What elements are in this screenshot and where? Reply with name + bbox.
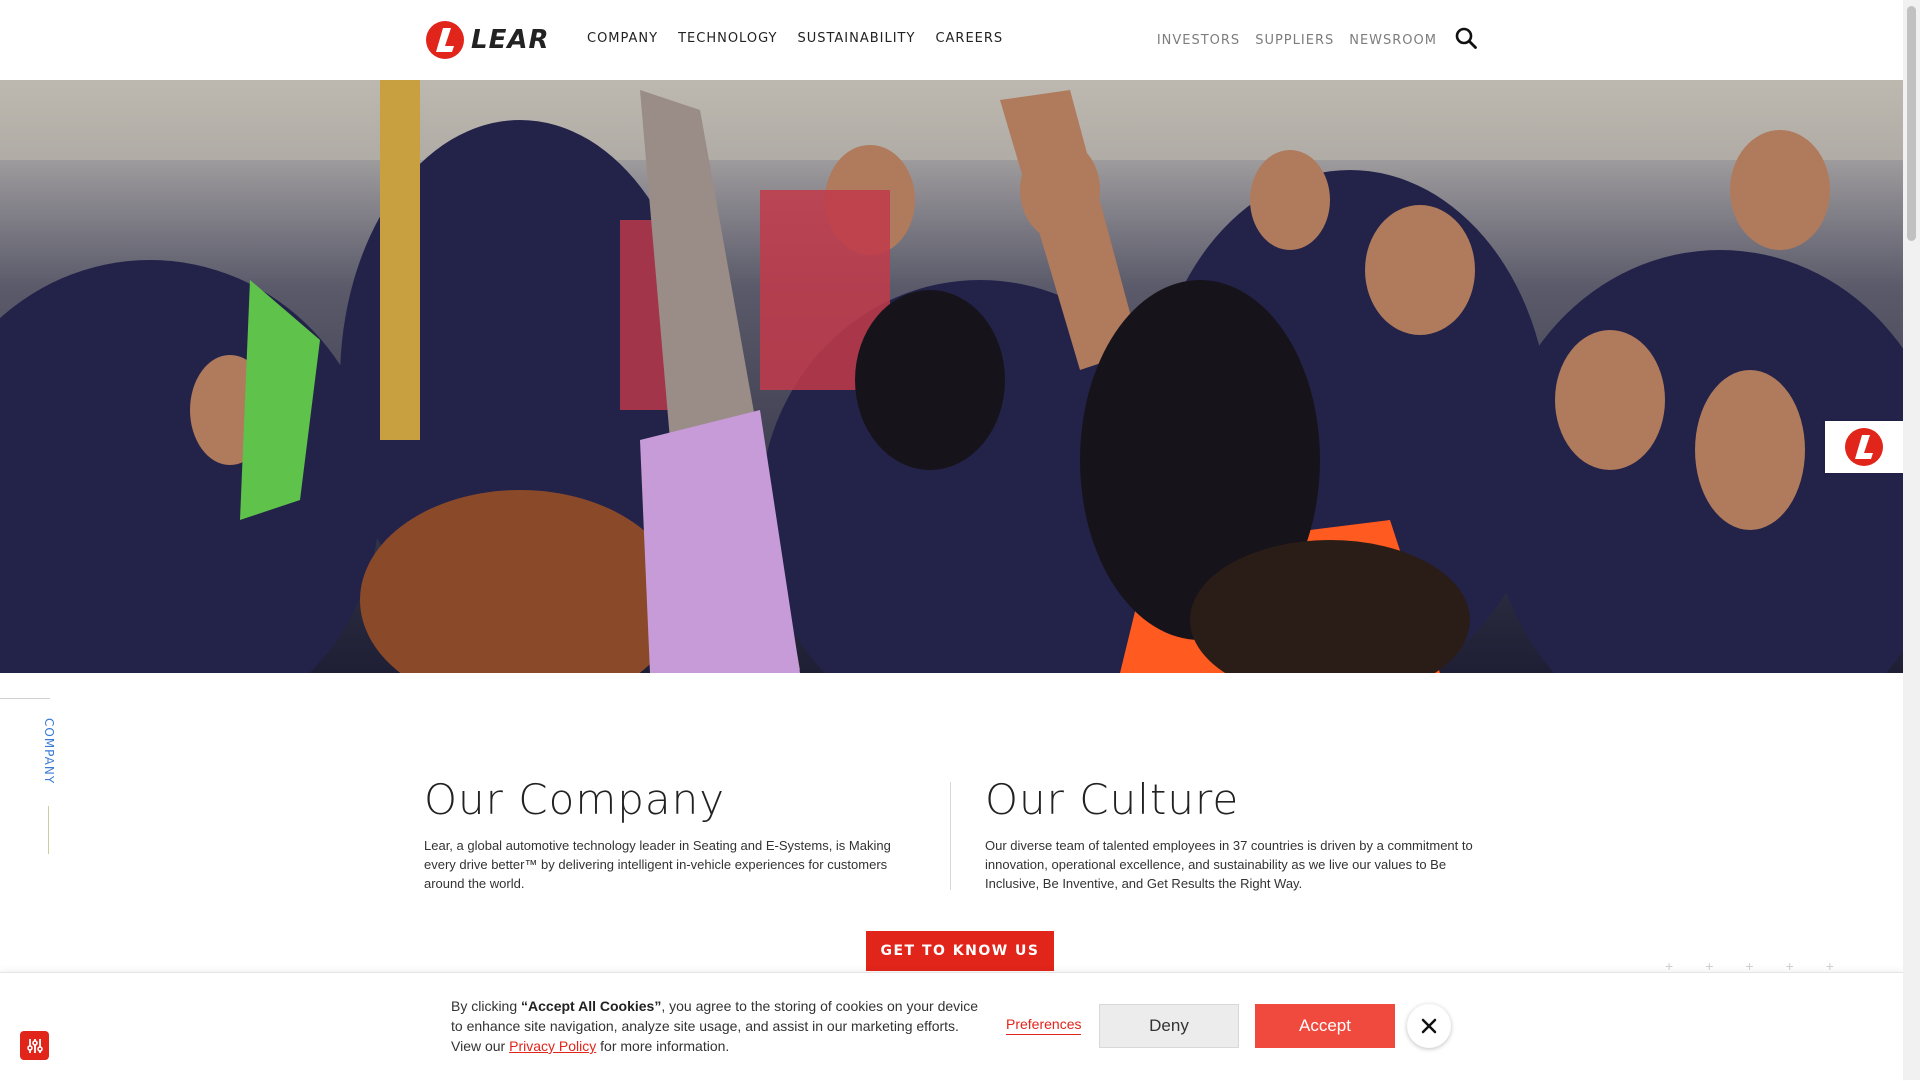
nav-company[interactable]: COMPANY: [587, 31, 658, 46]
culture-title: Our Culture: [985, 775, 1240, 824]
privacy-policy-link[interactable]: Privacy Policy: [509, 1038, 596, 1054]
search-icon[interactable]: [1454, 26, 1478, 50]
company-text: Lear, a global automotive technology lea…: [424, 838, 891, 891]
cookie-message: By clicking “Accept All Cookies”, you ag…: [451, 996, 991, 1056]
logo-text: LEAR: [471, 25, 550, 55]
our-company-section: Our Company Lear, a global automotive te…: [424, 775, 914, 893]
side-divider: [0, 698, 50, 699]
get-to-know-us-button[interactable]: GET TO KNOW US: [866, 931, 1054, 971]
floating-logo-badge[interactable]: [1825, 421, 1903, 473]
nav-newsroom[interactable]: NEWSROOM: [1349, 33, 1437, 48]
sliders-icon: [26, 1038, 43, 1053]
lear-logo-icon: [1845, 428, 1883, 466]
nav-sustainability[interactable]: SUSTAINABILITY: [797, 31, 915, 46]
close-icon: [1421, 1018, 1437, 1034]
scrollbar-thumb[interactable]: [1907, 6, 1916, 241]
utility-nav: INVESTORS SUPPLIERS NEWSROOM: [1157, 27, 1478, 50]
hero-photo: [0, 80, 1903, 673]
preferences-link[interactable]: Preferences: [1006, 1016, 1082, 1035]
lear-logo[interactable]: LEAR: [425, 20, 549, 60]
nav-technology[interactable]: TECHNOLOGY: [678, 31, 777, 46]
nav-suppliers[interactable]: SUPPLIERS: [1255, 33, 1334, 48]
main-nav: COMPANY TECHNOLOGY SUSTAINABILITY CAREER…: [587, 31, 1003, 46]
side-divider: [48, 806, 49, 854]
cookie-settings-button[interactable]: [20, 1031, 49, 1060]
cookie-banner: By clicking “Accept All Cookies”, you ag…: [0, 972, 1903, 1081]
hero-image: [0, 80, 1903, 673]
cookie-text-suffix: for more information.: [596, 1038, 730, 1054]
page-scrollbar[interactable]: [1903, 0, 1920, 1080]
culture-text: Our diverse team of talented employees i…: [985, 838, 1473, 891]
cookie-text-bold: “Accept All Cookies”: [521, 998, 662, 1014]
cookie-text-prefix: By clicking: [451, 998, 522, 1014]
company-title: Our Company: [424, 775, 726, 824]
nav-careers[interactable]: CAREERS: [935, 31, 1003, 46]
column-divider: [950, 782, 951, 890]
our-culture-section: Our Culture Our diverse team of talented…: [985, 775, 1475, 893]
lear-logo-icon: [426, 21, 464, 59]
nav-investors[interactable]: INVESTORS: [1157, 33, 1240, 48]
site-header: LEAR COMPANY TECHNOLOGY SUSTAINABILITY C…: [0, 0, 1903, 80]
deny-button[interactable]: Deny: [1099, 1004, 1239, 1048]
close-banner-button[interactable]: [1407, 1004, 1451, 1048]
section-side-label: COMPANY: [42, 718, 56, 785]
accept-button[interactable]: Accept: [1255, 1004, 1395, 1048]
